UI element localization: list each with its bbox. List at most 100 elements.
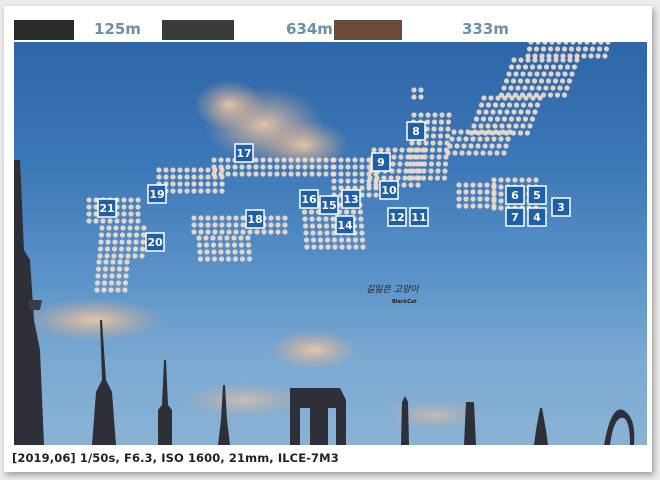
map-dot	[547, 92, 554, 98]
map-dot	[302, 216, 308, 222]
map-dot	[121, 197, 127, 203]
map-dot	[133, 232, 140, 238]
map-dot	[98, 239, 104, 245]
map-dot	[582, 46, 589, 52]
map-dot	[240, 222, 246, 228]
map-dot	[557, 85, 563, 91]
map-dot	[509, 95, 515, 101]
map-dot	[352, 164, 358, 170]
map-dot	[219, 167, 225, 173]
map-dot	[416, 140, 422, 146]
map-dot	[111, 253, 117, 259]
map-dot	[385, 147, 391, 153]
map-dot	[498, 191, 504, 197]
map-dot	[274, 171, 280, 177]
map-dot	[501, 85, 507, 91]
map-dot	[163, 174, 169, 180]
map-dot	[107, 218, 113, 224]
map-dot	[102, 273, 108, 279]
map-dot	[210, 235, 216, 241]
map-dot	[98, 232, 105, 238]
map-dot	[308, 209, 315, 215]
marker-label: 20	[147, 236, 163, 249]
map-dot	[476, 109, 482, 115]
map-dot	[94, 287, 100, 293]
map-dot	[602, 53, 608, 59]
map-dot	[541, 71, 547, 77]
map-dot	[500, 129, 506, 135]
map-dot	[302, 223, 309, 229]
map-dot	[399, 147, 405, 153]
map-dot	[260, 171, 266, 177]
map-dot	[508, 116, 515, 122]
map-dot	[232, 249, 238, 255]
map-dot	[484, 189, 490, 195]
map-dot	[463, 136, 469, 142]
map-marker-16: 16	[299, 189, 319, 209]
map-dot	[429, 154, 435, 160]
map-dot	[392, 147, 398, 153]
map-dot	[86, 211, 92, 217]
map-dot	[428, 161, 435, 167]
map-dot	[135, 204, 141, 210]
map-dot	[239, 249, 245, 255]
map-dot	[101, 287, 107, 293]
map-dot	[537, 95, 543, 101]
map-dot	[442, 161, 449, 167]
map-dot	[435, 161, 442, 167]
map-dot	[211, 157, 217, 163]
map-dot	[489, 143, 495, 149]
map-marker-18: 18	[245, 209, 265, 229]
map-dot	[496, 143, 502, 149]
map-dot	[240, 229, 246, 235]
map-dot	[184, 181, 190, 187]
map-dot	[492, 123, 498, 129]
map-dot	[204, 249, 210, 255]
map-dot	[358, 223, 365, 229]
marker-label: 6	[511, 189, 519, 202]
map-dot	[492, 102, 499, 108]
map-dot	[212, 181, 218, 187]
map-dot	[115, 287, 121, 293]
map-dot	[491, 182, 497, 188]
map-dot	[205, 174, 211, 180]
map-dot	[555, 71, 561, 77]
map-dot	[484, 182, 490, 188]
map-dot	[504, 109, 510, 115]
map-dot	[353, 244, 359, 250]
map-marker-8: 8	[406, 121, 426, 141]
map-dot	[268, 222, 274, 228]
map-dot	[491, 189, 497, 195]
map-dot	[486, 129, 492, 135]
map-dot	[480, 150, 486, 156]
map-dot	[226, 215, 232, 221]
map-dot	[564, 85, 570, 91]
map-dot	[409, 140, 415, 146]
map-dot	[546, 57, 552, 63]
map-dot	[395, 175, 401, 181]
map-marker-5: 5	[527, 185, 547, 205]
map-dot	[116, 273, 122, 279]
map-dot	[170, 181, 176, 187]
map-marker-15: 15	[319, 195, 339, 215]
map-dot	[343, 209, 350, 215]
map-dot	[191, 167, 197, 173]
map-dot	[316, 216, 322, 222]
map-marker-4: 4	[527, 207, 547, 227]
map-dot	[281, 164, 287, 170]
map-dot	[96, 259, 102, 265]
map-dot	[218, 256, 225, 262]
map-dot	[288, 157, 294, 163]
map-dot	[191, 229, 197, 235]
map-dot	[487, 150, 493, 156]
map-dot	[403, 168, 409, 174]
map-dot	[304, 244, 310, 250]
map-dot	[240, 215, 246, 221]
map-dot	[596, 46, 603, 52]
map-dot	[323, 223, 330, 229]
map-dot	[352, 171, 358, 177]
map-dot	[113, 225, 119, 231]
marker-label: 17	[236, 147, 251, 160]
map-dot	[309, 216, 315, 222]
map-dot	[429, 147, 436, 153]
